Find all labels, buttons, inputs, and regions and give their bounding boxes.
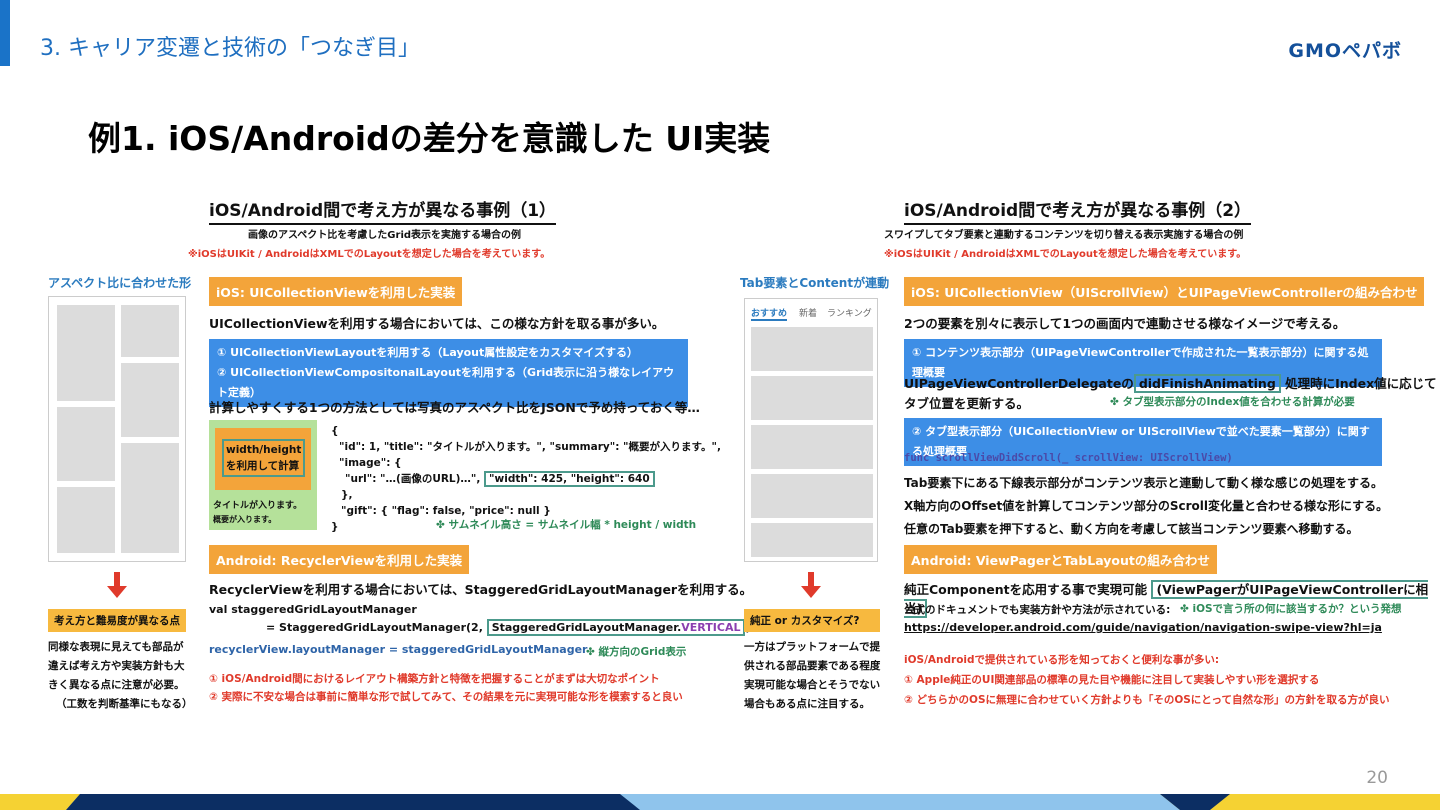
page-number: 20 [1366,768,1388,788]
card-title: タイトルが入ります。 [213,501,303,511]
left-sub1: 画像のアスペクト比を考慮したGrid表示を実施する場合の例 [248,230,522,241]
pure-note: 一方はプラットフォームで提 供される部品要素である程度 実現可能な場合とそうでな… [744,641,881,710]
grid-mockup [48,296,186,562]
company-logo: GMOペパボ [1288,40,1402,62]
page-title: 例1. iOS/Androidの差分を意識した UI実装 [88,119,771,158]
android-tag-left: Android: RecyclerViewを利用した実装 [209,545,470,574]
right-sub2: ※iOSはUIKit / AndroidはXMLでのLayoutを想定した場合を… [884,249,1247,260]
card-box-line2: を利用して計算 [226,460,300,472]
code-line3: recyclerView.layoutManager = staggeredGr… [209,643,588,656]
code-line2: = StaggeredGridLayoutManager(2, Staggere… [266,619,751,636]
tab-recommended: おすすめ [751,306,788,321]
card-box-line1: width/height [226,444,302,456]
accent-bar [0,0,10,66]
tab-mockup: おすすめ 新着 ランキング [744,298,878,562]
arrow-down-head-icon [107,586,127,598]
right-tips: iOS/Androidで提供されている形を知っておくと便利な事が多い: ① Ap… [904,654,1390,706]
card-summary: 概要が入ります。 [213,515,277,524]
doc-line: 公式のドキュメントでも実装方針や方法が示されている: [904,604,1171,616]
ios-tag-right: iOS: UICollectionView（UIScrollView）とUIPa… [904,277,1425,306]
arrow-down-head-icon-right [801,586,821,598]
json-highlight: "width": 425, "height": 640 [484,471,655,487]
right-sub1: スワイプしてタブ要素と連動するコンテンツを切り替える表示実施する場合の例 [884,230,1244,241]
delegate-note: ✤ タブ型表示部分のIndex値を合わせる計算が必要 [1110,396,1355,408]
doc-url-link[interactable]: https://developer.android.com/guide/navi… [904,621,1382,634]
consider-note: 同様な表現に見えても部品が 違えば考え方や実装方針も大 きく異なる点に注意が必要… [48,641,193,710]
left-heading: iOS/Android間で考え方が異なる事例（1） [209,196,557,225]
ios-tag-left: iOS: UICollectionViewを利用した実装 [209,277,463,306]
ios-body-right: 2つの要素を別々に表示して1つの画面内で連動させる様なイメージで考える。 [904,316,1346,331]
right-heading: iOS/Android間で考え方が異なる事例（2） [904,196,1252,225]
code-note: ✤ 縦方向のGrid表示 [586,646,687,658]
left-side-label: アスペクト比に合わせた形 [48,276,192,290]
left-sub2: ※iOSはUIKit / AndroidはXMLでのLayoutを想定した場合を… [188,249,551,260]
func-line: func scrollViewDidScroll(_ scrollView: U… [904,452,1233,464]
ios-body-left: UICollectionViewを利用する場合においては、この様な方針を取る事が… [209,316,665,331]
delegate-line2: タブ位置を更新する。 [904,396,1030,411]
left-tips: ① iOS/Android間におけるレイアウト構築方針と特徴を把握することがまず… [209,673,683,703]
doc-note: ✤ iOSで言う所の何に該当するか？という発想 [1180,603,1402,615]
footer-band [0,794,1440,810]
section-title: 3. キャリア変遷と技術の「つなぎ目」 [40,36,420,61]
tab-new: 新着 [799,309,818,319]
calc-line: 計算しやすくする1つの方法としては写真のアスペクト比をJSONで予め持っておく等… [209,400,700,415]
json-note: ✤ サムネイル高さ = サムネイル幅 * height / width [436,519,697,531]
code-line1: val staggeredGridLayoutManager [209,603,417,616]
card-mockup: width/height を利用して計算 タイトルが入ります。 概要が入ります。 [209,420,317,530]
consider-box: 考え方と難易度が異なる点 [48,609,186,632]
android-tag-right: Android: ViewPagerとTabLayoutの組み合わせ [904,545,1217,574]
android-body-left: RecyclerViewを利用する場合においては、StaggeredGridLa… [209,582,753,597]
pure-box: 純正 or カスタマイズ? [744,609,880,632]
right-side-label: Tab要素とContentが連動 [740,276,890,290]
tab-lines: Tab要素下にある下線表示部分がコンテンツ表示と連動して動く様な感じの処理をする… [904,476,1389,536]
tab-ranking: ランキング [827,309,872,319]
delegate-line: UIPageViewControllerDelegateの didFinishAn… [904,374,1437,393]
